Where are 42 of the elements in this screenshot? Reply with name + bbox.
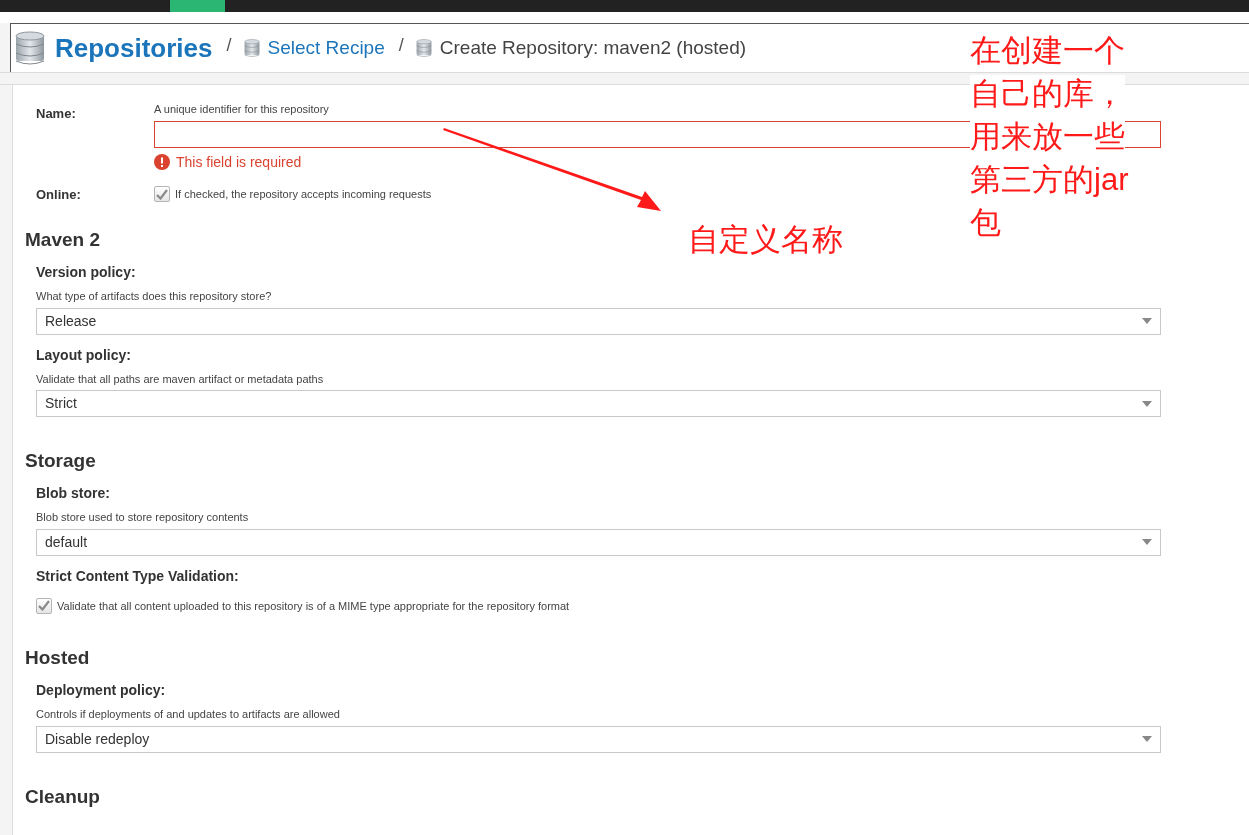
dropdown-select[interactable]: Release [36,307,1161,335]
caret-icon [1142,400,1152,407]
breadcrumb-link[interactable]: Select Recipe [267,33,385,63]
section-heading: Cleanup [25,784,100,809]
database-icon [15,31,45,65]
field-hint: Controls if deployments of and updates to artifacts are allowed [36,707,340,722]
error-message: This field is required [176,152,302,172]
section-heading: Storage [25,449,96,473]
error-icon [154,154,170,170]
checkbox-description: If checked, the repository accepts incoming requests [175,187,432,202]
caret-icon [1142,539,1152,545]
checkmark-icon [38,600,50,612]
annotation-text: 第三方的jar [970,161,1129,199]
field-label: Strict Content Type Validation: [36,566,239,586]
page-title: Repositories [55,31,213,65]
dropdown-select[interactable]: Strict [36,390,1161,417]
section-heading: Hosted [25,646,90,670]
field-hint: A unique identifier for this repository [154,102,329,117]
checkbox-description: Validate that all content uploaded to this repository is of a MIME type appropriate for the repository format [57,598,570,614]
field-label: Deployment policy: [36,681,166,700]
field-label: Name: [36,105,77,123]
field-label: Blob store: [36,484,110,503]
database-icon [243,39,260,57]
breadcrumb-separator: / [398,33,404,57]
dropdown-select[interactable]: default [36,528,1161,556]
breadcrumb-separator: / [226,33,232,57]
caret-icon [1142,736,1152,742]
field-hint: Validate that all paths are maven artifact or metadata paths [36,371,324,387]
checkbox[interactable] [154,186,170,203]
field-label: Layout policy: [36,345,131,365]
breadcrumb-current: Create Repository: maven2 (hosted) [439,35,747,60]
checkbox[interactable] [36,597,52,614]
database-icon [415,39,432,57]
checkmark-icon [156,188,168,200]
annotation-text: 自定义名称 [688,221,843,259]
section-heading: Maven 2 [25,228,100,252]
field-hint: Blob store used to store repository contents [36,510,249,525]
caret-icon [1142,318,1152,324]
dropdown-select[interactable]: Disable redeploy [36,725,1161,753]
field-label: Online: [36,185,82,204]
field-label: Version policy: [36,263,136,282]
field-hint: What type of artifacts does this repository store? [36,289,272,304]
